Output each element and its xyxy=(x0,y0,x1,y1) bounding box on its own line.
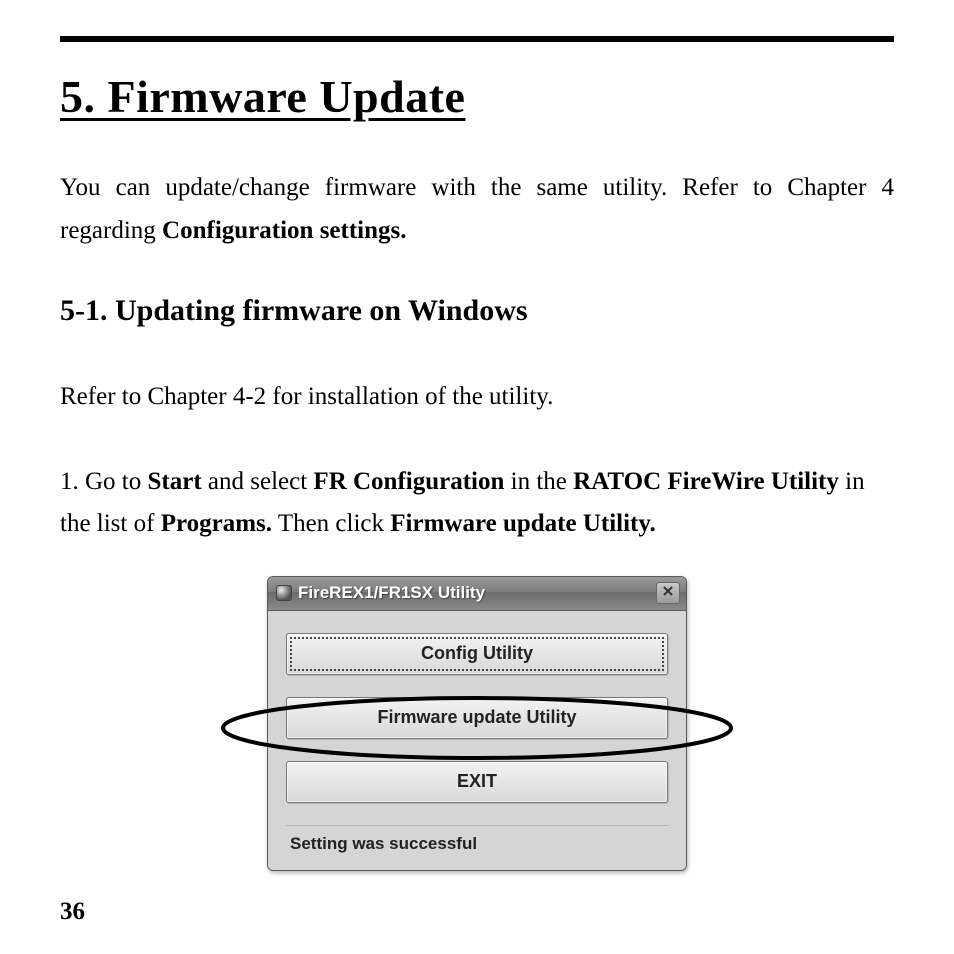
step1-b1: Start xyxy=(148,468,202,495)
step-1: 1. Go to Start and select FR Configurati… xyxy=(60,461,894,546)
step1-t5: Then click xyxy=(272,510,390,537)
dialog-wrapper: FireREX1/FR1SX Utility Config Utility Fi… xyxy=(267,576,687,871)
step1-t3: in the xyxy=(504,468,573,495)
section-title: 5-1. Updating firmware on Windows xyxy=(60,294,894,328)
step1-b3: RATOC FireWire Utility xyxy=(573,468,839,495)
firmware-update-utility-button[interactable]: Firmware update Utility xyxy=(286,697,668,739)
dialog-title: FireREX1/FR1SX Utility xyxy=(298,583,656,603)
step1-b2: FR Configuration xyxy=(313,468,504,495)
page-number: 36 xyxy=(60,898,85,926)
utility-dialog: FireREX1/FR1SX Utility Config Utility Fi… xyxy=(267,576,687,871)
step1-b4: Programs. xyxy=(161,510,272,537)
dialog-body: Config Utility Firmware update Utility E… xyxy=(268,611,686,870)
close-icon xyxy=(662,584,674,602)
exit-button[interactable]: EXIT xyxy=(286,761,668,803)
step1-t2: and select xyxy=(202,468,314,495)
step1-t1: 1. Go to xyxy=(60,468,148,495)
config-utility-button[interactable]: Config Utility xyxy=(286,633,668,675)
close-button[interactable] xyxy=(656,582,680,604)
intro-paragraph: You can update/change firmware with the … xyxy=(60,167,894,252)
step1-b5: Firmware update Utility. xyxy=(390,510,655,537)
intro-text-bold: Configuration settings. xyxy=(162,217,406,244)
dialog-titlebar[interactable]: FireREX1/FR1SX Utility xyxy=(268,577,686,611)
status-text: Setting was successful xyxy=(286,825,668,860)
top-rule xyxy=(60,36,894,42)
chapter-title: 5. Firmware Update xyxy=(60,70,894,123)
app-icon xyxy=(276,585,292,601)
refer-text: Refer to Chapter 4-2 for installation of… xyxy=(60,376,894,419)
